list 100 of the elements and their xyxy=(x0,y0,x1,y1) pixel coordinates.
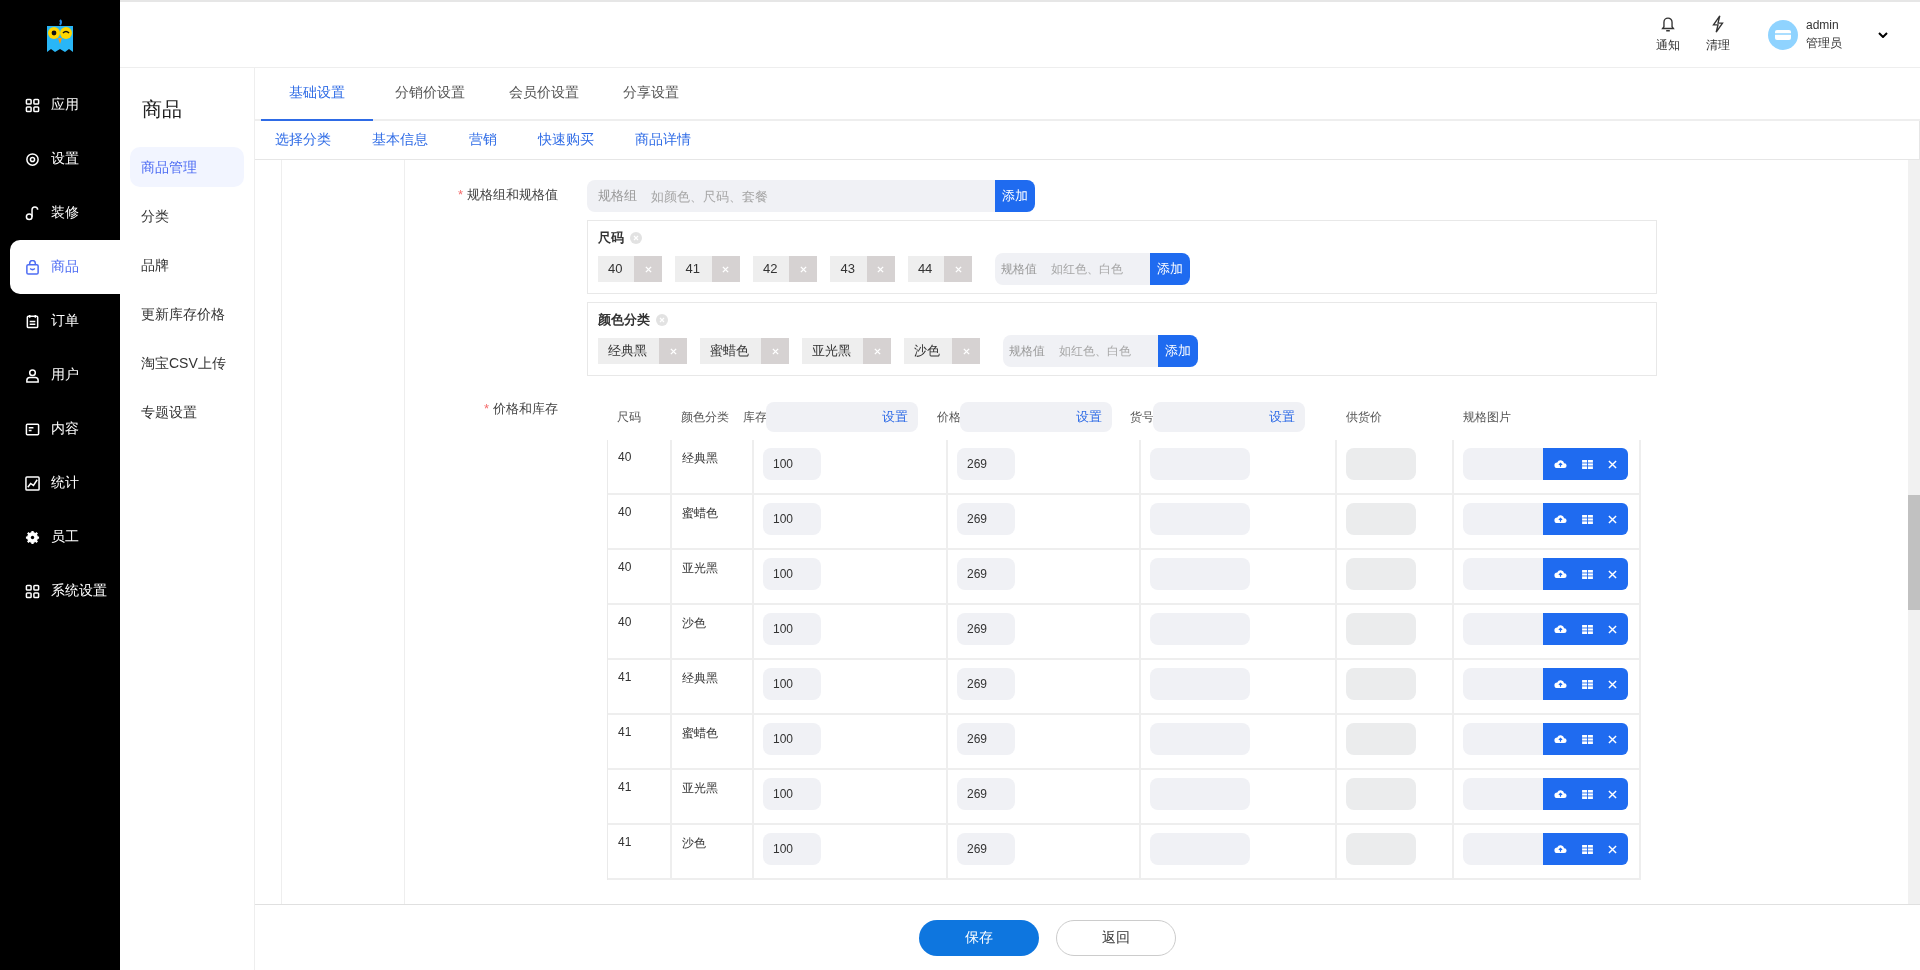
remove-tag-button[interactable] xyxy=(789,256,818,282)
remove-tag-button[interactable] xyxy=(863,338,891,364)
nav-item[interactable]: 内容 xyxy=(10,402,120,456)
upload-cloud-icon[interactable] xyxy=(1554,514,1568,524)
sidebar-item[interactable]: 分类 xyxy=(130,196,244,236)
image-field[interactable] xyxy=(1463,448,1543,480)
remove-tag-button[interactable] xyxy=(952,338,980,364)
stock-field[interactable]: 100 xyxy=(763,558,821,590)
image-field[interactable] xyxy=(1463,558,1543,590)
tab[interactable]: 分销价设置 xyxy=(373,68,487,121)
close-icon[interactable] xyxy=(1607,514,1617,524)
grid-icon[interactable] xyxy=(1582,844,1593,854)
stock-field[interactable]: 100 xyxy=(763,503,821,535)
set-button[interactable]: 设置 xyxy=(1269,408,1305,426)
stock-field[interactable]: 100 xyxy=(763,448,821,480)
remove-tag-button[interactable] xyxy=(711,256,740,282)
header-action[interactable]: 通知 xyxy=(1644,15,1692,54)
nav-item[interactable]: 应用 xyxy=(10,78,120,132)
nav-item[interactable]: 系统设置 xyxy=(10,564,120,618)
price-field[interactable]: 269 xyxy=(957,558,1015,590)
stock-field[interactable]: 100 xyxy=(763,723,821,755)
remove-tag-button[interactable] xyxy=(944,256,973,282)
grid-icon[interactable] xyxy=(1582,514,1593,524)
batch-set-field[interactable]: 设置 xyxy=(766,402,918,432)
nav-item[interactable]: 员工 xyxy=(10,510,120,564)
nav-item[interactable]: 装修 xyxy=(10,186,120,240)
image-field[interactable] xyxy=(1463,778,1543,810)
upload-cloud-icon[interactable] xyxy=(1554,844,1568,854)
upload-cloud-icon[interactable] xyxy=(1554,459,1568,469)
stock-field[interactable]: 100 xyxy=(763,613,821,645)
grid-icon[interactable] xyxy=(1582,569,1593,579)
remove-tag-button[interactable] xyxy=(659,338,687,364)
back-button[interactable]: 返回 xyxy=(1056,919,1176,956)
image-field[interactable] xyxy=(1463,668,1543,700)
sidebar-item[interactable]: 品牌 xyxy=(130,245,244,285)
grid-icon[interactable] xyxy=(1582,679,1593,689)
price-field[interactable]: 269 xyxy=(957,448,1015,480)
batch-set-field[interactable]: 设置 xyxy=(960,402,1112,432)
add-button[interactable]: 添加 xyxy=(995,180,1035,212)
close-icon[interactable] xyxy=(1607,459,1617,469)
sidebar-item[interactable]: 淘宝CSV上传 xyxy=(130,343,244,383)
grid-icon[interactable] xyxy=(1582,624,1593,634)
close-icon[interactable] xyxy=(1607,734,1617,744)
spec-value-input[interactable]: 如红色、白色 xyxy=(1057,343,1158,359)
image-field[interactable] xyxy=(1463,723,1543,755)
scrollbar[interactable] xyxy=(1908,160,1920,904)
set-button[interactable]: 设置 xyxy=(882,408,918,426)
save-button[interactable]: 保存 xyxy=(919,919,1039,956)
upload-cloud-icon[interactable] xyxy=(1554,569,1568,579)
batch-set-field[interactable]: 设置 xyxy=(1153,402,1305,432)
price-field[interactable]: 269 xyxy=(957,503,1015,535)
price-field[interactable]: 269 xyxy=(957,613,1015,645)
close-icon[interactable] xyxy=(1607,844,1617,854)
remove-icon[interactable] xyxy=(630,232,642,244)
tab[interactable]: 分享设置 xyxy=(601,68,701,121)
nav-item[interactable]: 用户 xyxy=(10,348,120,402)
price-field[interactable]: 269 xyxy=(957,723,1015,755)
sidebar-item[interactable]: 更新库存价格 xyxy=(130,294,244,334)
spec-group-input[interactable]: 如颜色、尺码、套餐 xyxy=(649,187,995,205)
section-link[interactable]: 基本信息 xyxy=(372,131,428,149)
grid-icon[interactable] xyxy=(1582,789,1593,799)
grid-icon[interactable] xyxy=(1582,734,1593,744)
section-link[interactable]: 快速购买 xyxy=(538,131,594,149)
remove-tag-button[interactable] xyxy=(866,256,895,282)
sidebar-item[interactable]: 商品管理 xyxy=(130,147,244,187)
remove-tag-button[interactable] xyxy=(634,256,663,282)
image-field[interactable] xyxy=(1463,613,1543,645)
stock-field[interactable]: 100 xyxy=(763,668,821,700)
price-field[interactable]: 269 xyxy=(957,833,1015,865)
upload-cloud-icon[interactable] xyxy=(1554,624,1568,634)
nav-item[interactable]: 订单 xyxy=(10,294,120,348)
header-action[interactable]: 清理 xyxy=(1694,15,1742,54)
section-link[interactable]: 商品详情 xyxy=(635,131,691,149)
image-field[interactable] xyxy=(1463,833,1543,865)
price-field[interactable]: 269 xyxy=(957,778,1015,810)
nav-item[interactable]: 商品 xyxy=(10,240,120,294)
nav-item[interactable]: 设置 xyxy=(10,132,120,186)
remove-tag-button[interactable] xyxy=(761,338,789,364)
grid-icon[interactable] xyxy=(1582,459,1593,469)
stock-field[interactable]: 100 xyxy=(763,833,821,865)
add-button[interactable]: 添加 xyxy=(1150,253,1191,285)
remove-icon[interactable] xyxy=(656,314,668,326)
tab[interactable]: 会员价设置 xyxy=(487,68,601,121)
upload-cloud-icon[interactable] xyxy=(1554,734,1568,744)
tab[interactable]: 基础设置 xyxy=(261,68,373,121)
price-field[interactable]: 269 xyxy=(957,668,1015,700)
nav-item[interactable]: 统计 xyxy=(10,456,120,510)
sidebar-item[interactable]: 专题设置 xyxy=(130,392,244,432)
add-button[interactable]: 添加 xyxy=(1158,335,1198,367)
section-link[interactable]: 选择分类 xyxy=(275,131,331,149)
section-link[interactable]: 营销 xyxy=(469,131,497,149)
close-icon[interactable] xyxy=(1607,789,1617,799)
image-field[interactable] xyxy=(1463,503,1543,535)
close-icon[interactable] xyxy=(1607,679,1617,689)
set-button[interactable]: 设置 xyxy=(1076,408,1112,426)
spec-value-input[interactable]: 如红色、白色 xyxy=(1049,261,1151,277)
close-icon[interactable] xyxy=(1607,569,1617,579)
stock-field[interactable]: 100 xyxy=(763,778,821,810)
caret-icon[interactable] xyxy=(1878,31,1888,38)
upload-cloud-icon[interactable] xyxy=(1554,789,1568,799)
